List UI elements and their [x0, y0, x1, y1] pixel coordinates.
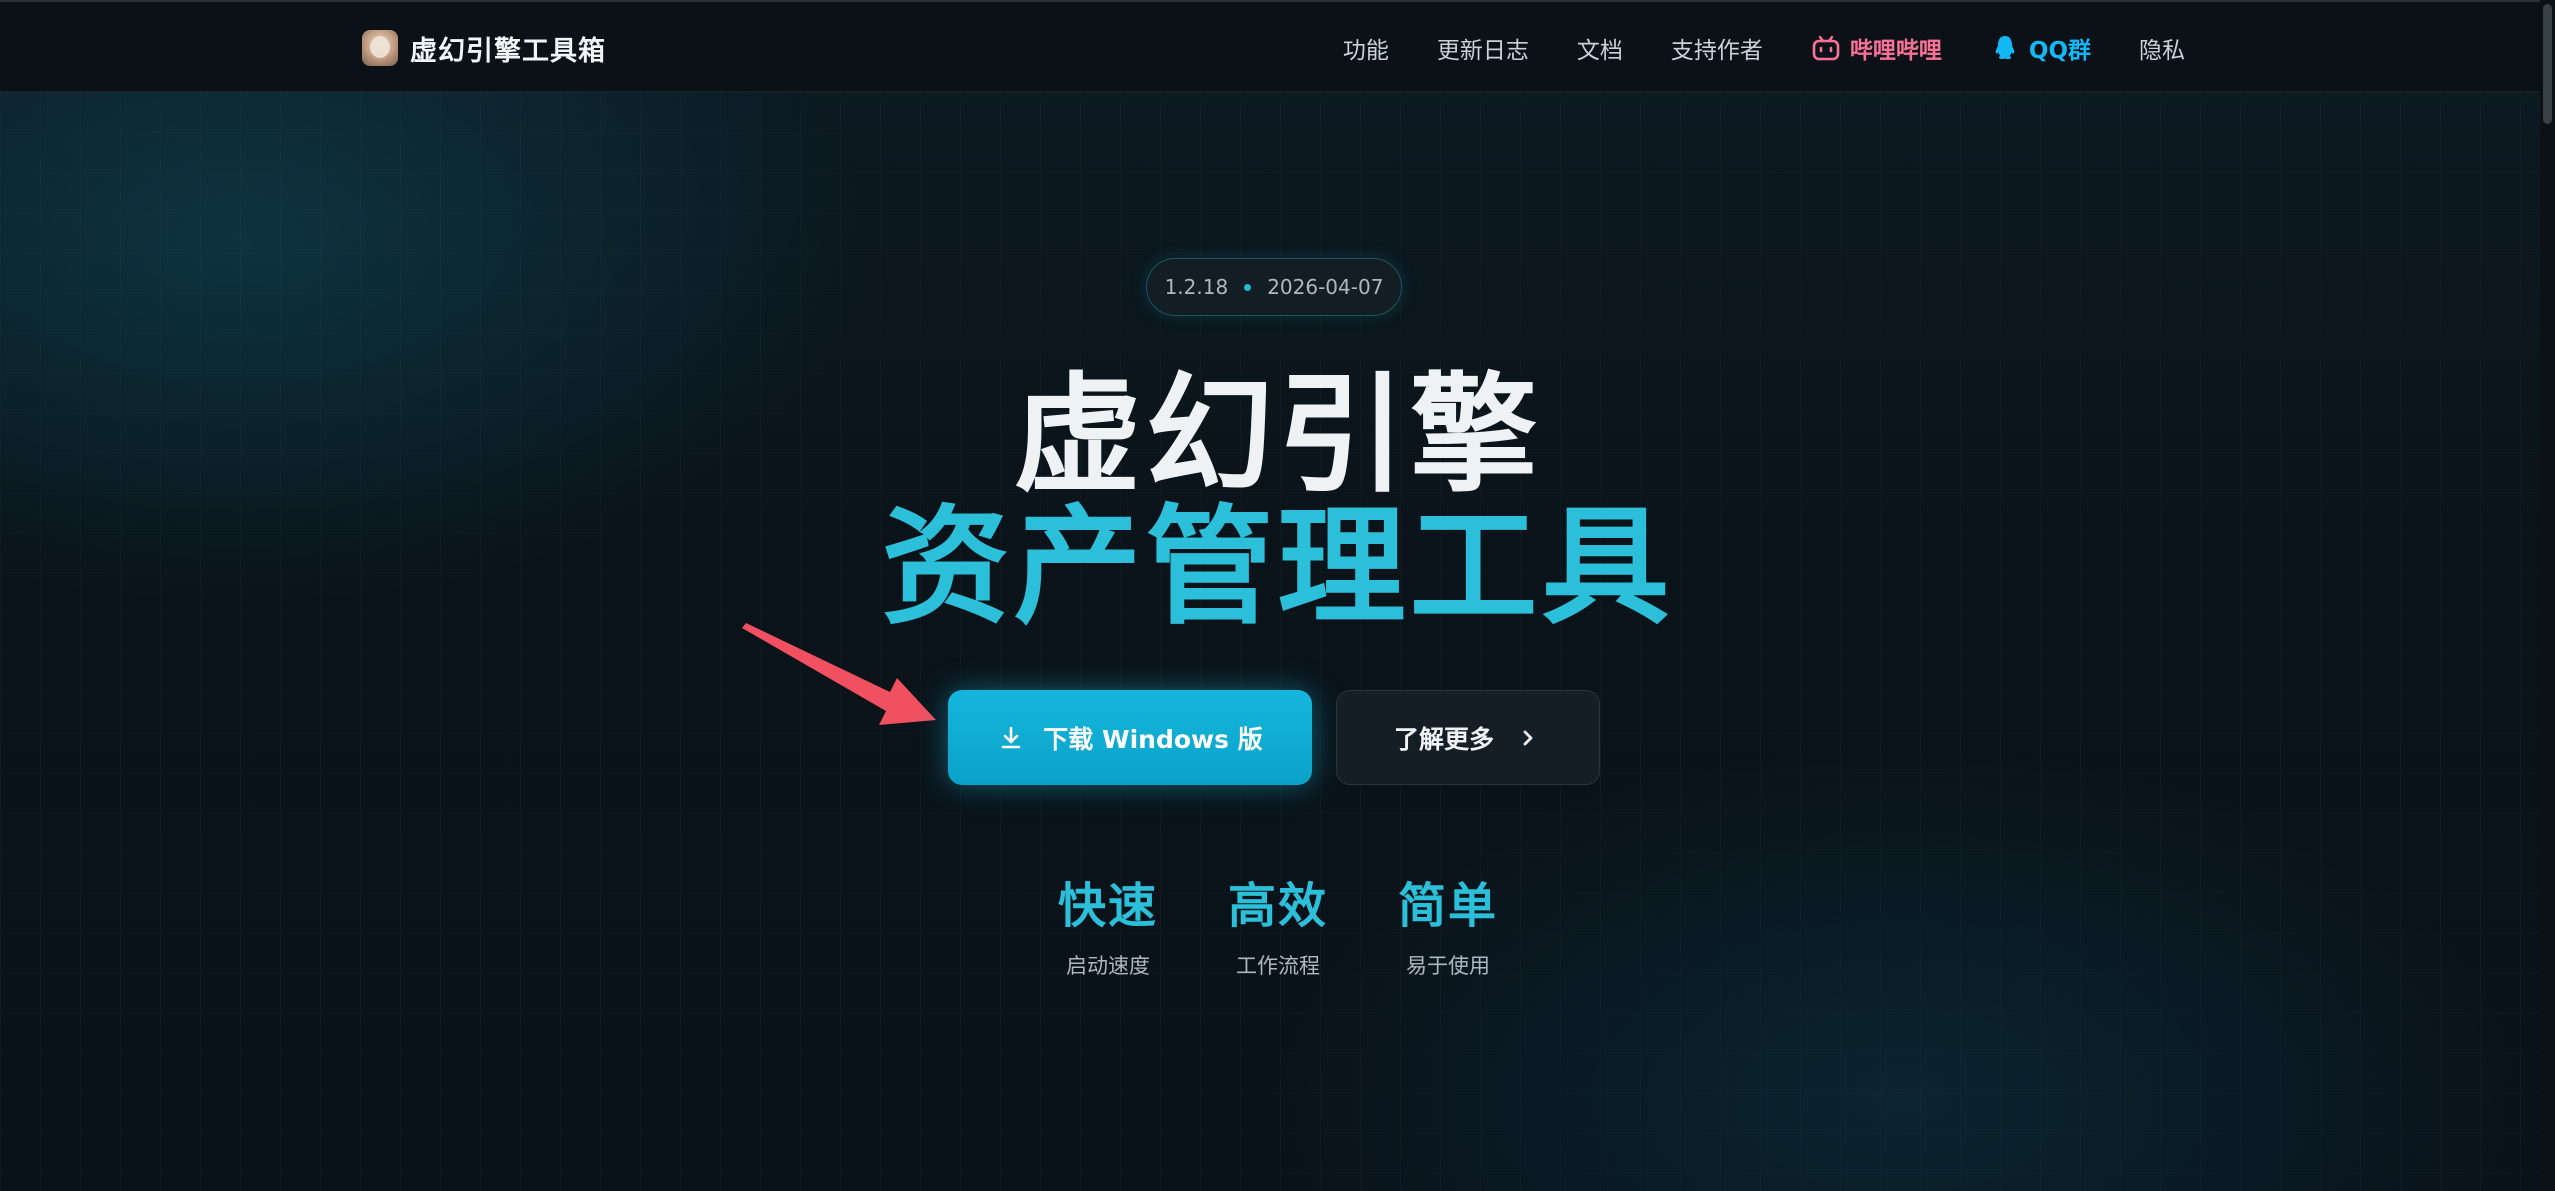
nav-links: 功能 更新日志 文档 支持作者 哔哩哔哩 QQ群 隐私: [1343, 2, 2185, 94]
version-number: 1.2.18: [1164, 275, 1229, 299]
learn-more-button[interactable]: 了解更多: [1336, 690, 1600, 785]
feature-highlights: 快速 启动速度 高效 工作流程 简单 易于使用: [1048, 876, 1508, 996]
nav-link-label: 文档: [1576, 38, 1623, 64]
feature-title: 高效: [1227, 878, 1328, 934]
nav-link-label: 更新日志: [1436, 38, 1529, 64]
red-arrow-annotation: [742, 623, 936, 725]
nav-link-label: 哔哩哔哩: [1849, 38, 1942, 64]
download-button-label: 下载 Windows 版: [1043, 724, 1263, 754]
nav-link-features[interactable]: 功能: [1343, 31, 1389, 65]
nav-link-support-author[interactable]: 支持作者: [1671, 31, 1763, 65]
feature-title: 简单: [1397, 878, 1498, 934]
brand-name: 虚幻引擎工具箱: [410, 35, 606, 67]
nav-link-label: 隐私: [2139, 38, 2185, 64]
scrollbar-thumb[interactable]: [2543, 4, 2552, 124]
nav-link-qq-group[interactable]: QQ群: [1990, 31, 2091, 65]
hero-title-line-1: 虚幻引擎: [1013, 361, 1542, 510]
download-icon: [1001, 726, 1021, 748]
release-date: 2026-04-07: [1267, 275, 1384, 299]
qq-icon: [1995, 36, 2015, 60]
feature-item-simple: 简单 易于使用: [1388, 876, 1508, 996]
page-scrollbar[interactable]: [2540, 0, 2555, 1191]
separator-dot: [1244, 283, 1252, 291]
page: 虚幻引擎工具箱 功能 更新日志 文档 支持作者 哔哩哔哩 QQ群 隐私 1.2.…: [0, 0, 2555, 1191]
feature-item-efficient: 高效 工作流程: [1218, 876, 1338, 996]
feature-title: 快速: [1057, 878, 1158, 934]
nav-link-changelog[interactable]: 更新日志: [1437, 31, 1529, 65]
nav-link-docs[interactable]: 文档: [1577, 31, 1623, 65]
hero-title-line-2: 资产管理工具: [881, 493, 1674, 642]
brand-logo-avatar: [362, 30, 398, 66]
bilibili-icon: [1812, 35, 1840, 61]
feature-subtitle: 易于使用: [1406, 954, 1490, 978]
nav-link-privacy[interactable]: 隐私: [2139, 31, 2185, 65]
feature-item-fast: 快速 启动速度: [1048, 876, 1168, 996]
nav-link-label: QQ群: [2028, 38, 2091, 64]
chevron-right-icon: [1523, 730, 1533, 745]
top-navbar: 虚幻引擎工具箱 功能 更新日志 文档 支持作者 哔哩哔哩 QQ群 隐私: [0, 0, 2540, 92]
feature-subtitle: 工作流程: [1236, 954, 1320, 978]
learn-more-label: 了解更多: [1393, 724, 1494, 754]
download-windows-button[interactable]: 下载 Windows 版: [948, 690, 1312, 785]
nav-link-label: 功能: [1342, 38, 1389, 64]
version-badge: 1.2.18 2026-04-07: [1146, 258, 1402, 316]
feature-subtitle: 启动速度: [1066, 954, 1150, 978]
nav-link-bilibili[interactable]: 哔哩哔哩: [1811, 31, 1942, 65]
nav-link-label: 支持作者: [1670, 38, 1763, 64]
brand-link[interactable]: 虚幻引擎工具箱: [362, 29, 606, 67]
